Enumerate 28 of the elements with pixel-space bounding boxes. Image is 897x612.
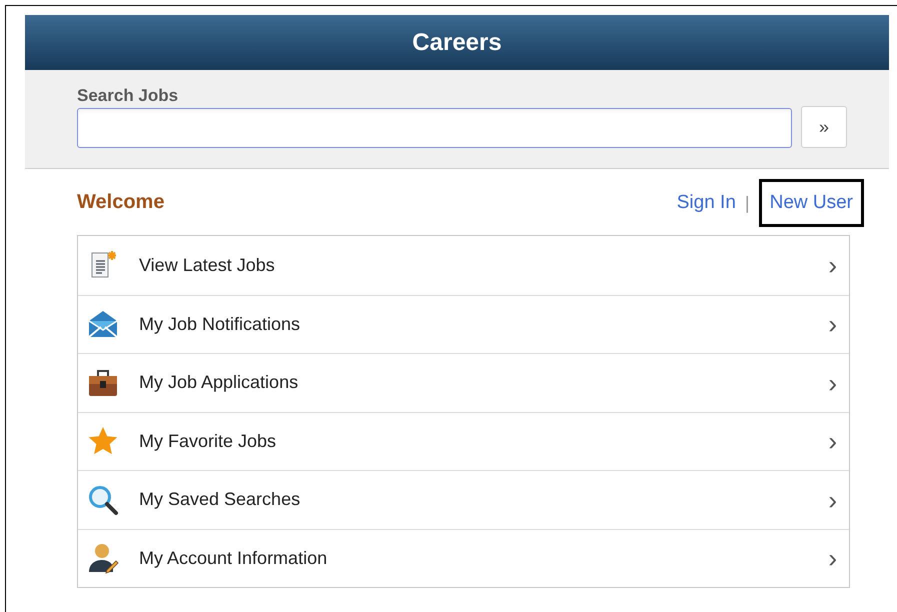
menu-item[interactable]: My Account Information › xyxy=(78,528,849,587)
link-separator: | xyxy=(744,192,750,215)
search-label: Search Jobs xyxy=(77,86,180,106)
search-field[interactable] xyxy=(77,108,792,148)
search-button[interactable]: » xyxy=(801,106,847,148)
user-icon xyxy=(87,542,119,574)
menu-item-label: My Favorite Jobs xyxy=(139,430,278,453)
menu-item-label: View Latest Jobs xyxy=(139,254,276,277)
chevron-icon: › xyxy=(828,311,837,338)
menu-item[interactable]: My Favorite Jobs › xyxy=(78,412,849,470)
sign-in-link[interactable]: Sign In xyxy=(676,188,736,218)
new-user-link[interactable]: New User xyxy=(758,178,864,228)
chevron-icon: › xyxy=(828,252,837,278)
chevron-icon: › xyxy=(828,486,837,513)
menu-item-label: My Job Applications xyxy=(139,371,300,394)
menu-item[interactable]: My Job Applications › xyxy=(78,353,849,412)
menu-item[interactable]: My Job Notifications › xyxy=(78,294,849,353)
chevron-icon: › xyxy=(828,545,837,572)
menu-item[interactable]: View Latest Jobs › xyxy=(78,236,849,294)
chevron-icon: › xyxy=(828,428,837,454)
chevron-icon: › xyxy=(828,370,837,396)
welcome-heading: Welcome xyxy=(77,190,164,215)
menu-item[interactable]: My Saved Searches › xyxy=(78,470,849,528)
search-icon xyxy=(87,484,119,516)
menu-item-label: My Account Information xyxy=(139,546,328,570)
menu-item-label: My Saved Searches xyxy=(139,488,302,512)
menu-item-label: My Job Notifications xyxy=(139,312,302,336)
page-title: Careers xyxy=(412,28,502,58)
